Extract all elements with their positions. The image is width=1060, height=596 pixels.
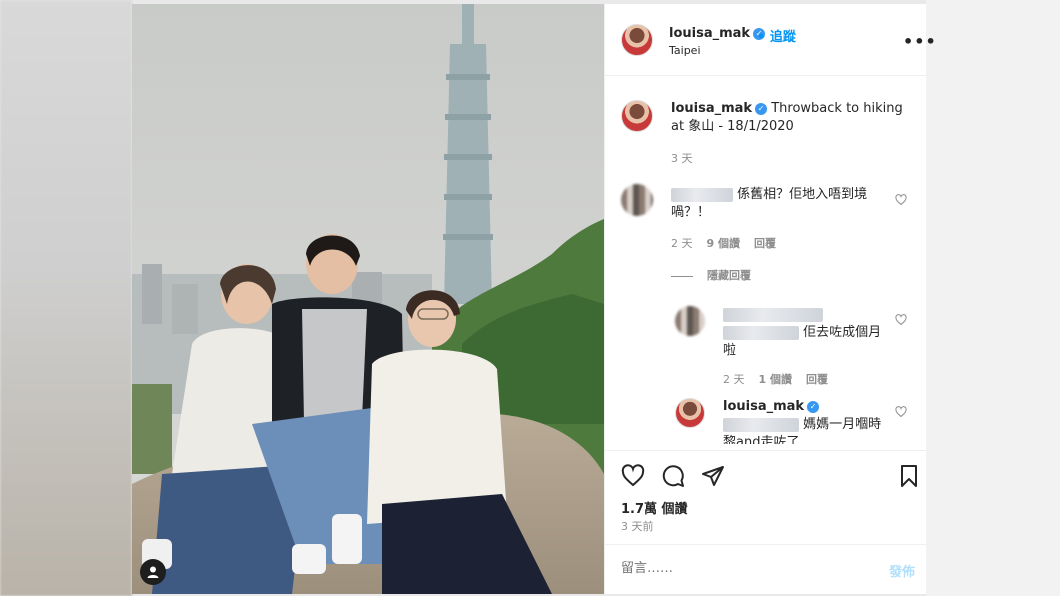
reply-meta: 2 天 1 個讚 回覆 — [723, 373, 828, 386]
actions-divider — [605, 450, 927, 451]
verified-icon: ✓ — [755, 102, 768, 115]
heart-icon[interactable] — [621, 464, 645, 488]
reply-username[interactable] — [723, 307, 823, 322]
reply-likes[interactable]: 1 個讚 — [759, 373, 792, 386]
author-reply-mention[interactable] — [723, 417, 799, 432]
caption: louisa_mak ✓ Throwback to hiking at 象山 - … — [671, 100, 911, 136]
follow-button[interactable]: • 追蹤 — [757, 26, 796, 45]
author-reply-text: louisa_mak ✓ 媽媽一月嗰時黎and走咗了 — [723, 399, 882, 444]
verified-icon: ✓ — [807, 400, 820, 413]
reply-avatar[interactable] — [675, 306, 705, 336]
post-timestamp[interactable]: 3 天前 — [621, 518, 654, 534]
hide-replies-button[interactable]: 隱藏回覆 — [671, 267, 751, 283]
caption-avatar[interactable] — [621, 100, 653, 132]
author-reply-username[interactable]: louisa_mak — [723, 399, 804, 414]
reply-like-heart-icon[interactable] — [895, 314, 907, 326]
blurred-backdrop-left — [0, 0, 132, 596]
likes-count[interactable]: 1.7萬 個讚 — [621, 498, 688, 517]
bookmark-icon[interactable] — [897, 464, 921, 488]
caption-time: 3 天 — [671, 152, 693, 165]
comment-icon[interactable] — [661, 464, 685, 488]
more-icon[interactable]: ••• — [903, 32, 937, 51]
author-reply-like-heart-icon[interactable] — [895, 406, 907, 418]
comment-reply-button[interactable]: 回覆 — [754, 237, 776, 250]
location-link[interactable]: Taipei — [669, 44, 701, 57]
comment-input[interactable] — [621, 561, 861, 576]
commenter-avatar[interactable] — [621, 184, 653, 216]
taipei-101-tower — [443, 4, 493, 304]
screen: louisa_mak ✓ • 追蹤 Taipei ••• louisa_mak ✓ … — [0, 0, 1060, 596]
photo-scene — [132, 4, 604, 594]
share-icon[interactable] — [701, 464, 725, 488]
author-username[interactable]: louisa_mak ✓ — [669, 26, 766, 41]
commenter-username[interactable] — [671, 187, 733, 202]
comment-likes[interactable]: 9 個讚 — [707, 237, 740, 250]
caption-username[interactable]: louisa_mak — [671, 101, 752, 116]
author-avatar[interactable] — [621, 24, 653, 56]
comment-divider — [605, 544, 927, 545]
comment-like-heart-icon[interactable] — [895, 194, 907, 206]
blurred-backdrop-right — [926, 0, 1060, 596]
reply-reply-button[interactable]: 回覆 — [806, 373, 828, 386]
divider-dash — [671, 275, 693, 277]
user-tag-icon — [147, 566, 159, 578]
reply-text: 佢去咗成個月啦 — [723, 306, 893, 360]
author-reply-avatar[interactable] — [675, 398, 705, 428]
post-panel: louisa_mak ✓ • 追蹤 Taipei ••• louisa_mak ✓ … — [604, 4, 936, 594]
post-photo[interactable] — [132, 4, 604, 594]
comment-text: 係舊相？佢地入唔到境喎？！ — [671, 187, 868, 220]
post-header: louisa_mak ✓ • 追蹤 Taipei ••• — [605, 4, 936, 76]
comment-meta: 2 天 9 個讚 回覆 — [671, 237, 776, 250]
post-comment-button[interactable]: 發佈 — [889, 561, 915, 580]
reply-mention[interactable] — [723, 325, 799, 340]
user-tag-button[interactable] — [140, 559, 166, 585]
